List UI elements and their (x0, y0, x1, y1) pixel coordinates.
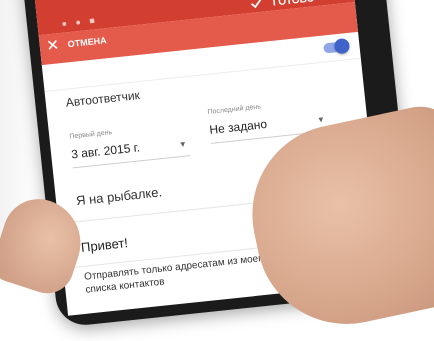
message-text: Привет! (80, 235, 129, 255)
cancel-button[interactable]: ОТМЕНА (47, 34, 107, 52)
first-day-dropdown-icon[interactable]: ▼ (178, 139, 187, 149)
last-day-label: Последний день (207, 103, 262, 116)
cancel-label: ОТМЕНА (67, 35, 108, 50)
done-button[interactable]: ГОТОВО (250, 0, 315, 12)
done-label: ГОТОВО (272, 0, 315, 9)
last-day-dropdown-icon[interactable]: ▼ (317, 115, 326, 125)
first-day-select[interactable]: 3 авг. 2015 г. (71, 140, 141, 161)
first-day-label: Первый день (69, 129, 113, 141)
status-icons: ● ● ■ (61, 15, 99, 29)
vacation-toggle-knob[interactable] (333, 37, 351, 55)
check-icon (250, 0, 263, 12)
subject-text: Я на рыбалке. (75, 184, 163, 209)
last-day-select[interactable]: Не задано (209, 117, 268, 137)
close-icon (47, 39, 58, 52)
